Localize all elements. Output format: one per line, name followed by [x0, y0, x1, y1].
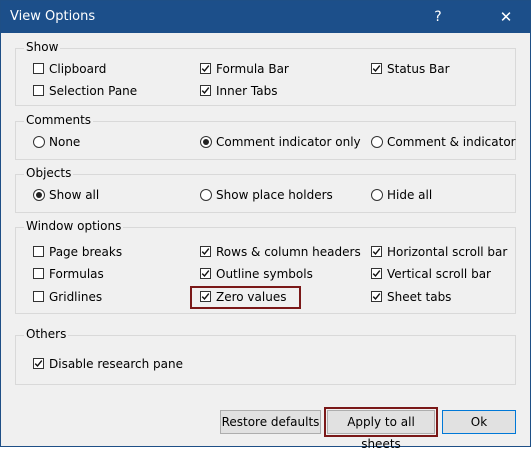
- checkbox-label: Clipboard: [49, 62, 107, 76]
- checkbox-box[interactable]: [33, 63, 44, 74]
- title-bar: View Options ? ✕: [1, 1, 530, 33]
- group-title-objects: Objects: [24, 166, 74, 180]
- group-objects: Objects Show all Show place holders Hide…: [15, 166, 516, 213]
- radio-label: Hide all: [387, 188, 433, 202]
- checkbox-box[interactable]: [371, 246, 382, 257]
- checkmark-icon: [201, 248, 210, 255]
- radio-circle[interactable]: [33, 189, 45, 201]
- apply-to-all-sheets-button[interactable]: Apply to all sheets: [327, 410, 435, 451]
- checkbox-label: Outline symbols: [216, 267, 313, 281]
- radio-selected-dot: [203, 139, 209, 145]
- group-title-window-options: Window options: [24, 219, 124, 233]
- checkmark-icon: [34, 360, 43, 367]
- radio-label: Comment & indicator: [387, 135, 516, 149]
- checkmark-icon: [372, 65, 381, 72]
- checkbox-label: Rows & column headers: [216, 245, 361, 259]
- checkbox-box[interactable]: [371, 63, 382, 74]
- group-comments: Comments None Comment indicator only Com…: [15, 113, 516, 160]
- checkbox-box[interactable]: [200, 246, 211, 257]
- radio-selected-dot: [36, 192, 42, 198]
- checkbox-box[interactable]: [33, 246, 44, 257]
- checkbox-box[interactable]: [33, 268, 44, 279]
- ok-button[interactable]: Ok: [442, 410, 516, 434]
- help-button[interactable]: ?: [416, 1, 460, 33]
- checkbox-label: Inner Tabs: [216, 84, 278, 98]
- checkbox-box[interactable]: [33, 358, 44, 369]
- checkmark-icon: [201, 270, 210, 277]
- close-button[interactable]: ✕: [484, 1, 528, 33]
- checkmark-icon: [372, 293, 381, 300]
- group-title-show: Show: [24, 40, 61, 54]
- checkbox-label: Vertical scroll bar: [387, 267, 491, 281]
- checkbox-label: Selection Pane: [49, 84, 138, 98]
- group-title-others: Others: [24, 327, 69, 341]
- checkbox-box[interactable]: [371, 291, 382, 302]
- checkbox-box[interactable]: [371, 268, 382, 279]
- restore-defaults-button[interactable]: Restore defaults: [220, 410, 321, 434]
- group-others: Others Disable research pane: [15, 327, 516, 385]
- radio-circle[interactable]: [33, 136, 45, 148]
- radio-circle[interactable]: [371, 136, 383, 148]
- group-title-comments: Comments: [24, 113, 94, 127]
- checkbox-box[interactable]: [200, 268, 211, 279]
- radio-circle[interactable]: [200, 189, 212, 201]
- zero-values-highlight: [190, 286, 301, 309]
- radio-label: Show place holders: [216, 188, 333, 202]
- checkbox-label: Page breaks: [49, 245, 123, 259]
- group-show: Show Clipboard Formula Bar Status Bar Se…: [15, 40, 516, 106]
- checkmark-icon: [201, 65, 210, 72]
- checkbox-label: Formulas: [49, 267, 104, 281]
- checkbox-label: Status Bar: [387, 62, 450, 76]
- radio-label: None: [49, 135, 81, 149]
- checkbox-label: Formula Bar: [216, 62, 289, 76]
- checkbox-label: Horizontal scroll bar: [387, 245, 508, 259]
- checkbox-label: Disable research pane: [49, 357, 184, 371]
- checkmark-icon: [372, 248, 381, 255]
- checkmark-icon: [372, 270, 381, 277]
- checkbox-label: Gridlines: [49, 290, 103, 304]
- checkbox-label: Sheet tabs: [387, 290, 452, 304]
- radio-label: Show all: [49, 188, 100, 202]
- radio-circle[interactable]: [371, 189, 383, 201]
- checkbox-box[interactable]: [33, 85, 44, 96]
- checkbox-box[interactable]: [200, 63, 211, 74]
- radio-label: Comment indicator only: [216, 135, 361, 149]
- window-title: View Options: [10, 9, 96, 24]
- checkmark-icon: [201, 87, 210, 94]
- view-options-dialog: View Options ? ✕ Show Clipboard Formula …: [0, 0, 531, 451]
- checkbox-box[interactable]: [33, 291, 44, 302]
- checkbox-box[interactable]: [200, 85, 211, 96]
- radio-circle[interactable]: [200, 136, 212, 148]
